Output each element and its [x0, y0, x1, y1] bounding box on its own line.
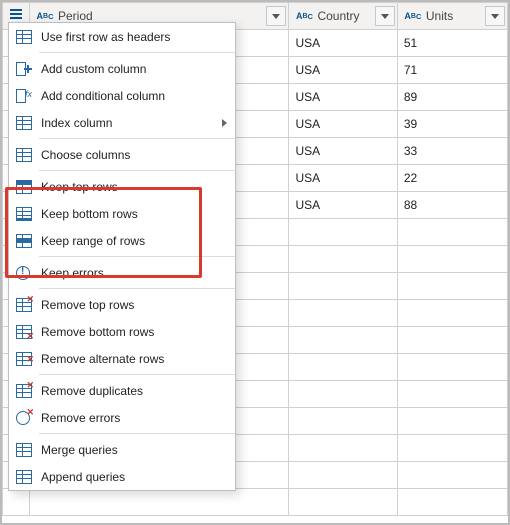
cell-country[interactable] [289, 489, 397, 516]
cell-country[interactable] [289, 354, 397, 381]
menu-separator [39, 433, 235, 434]
menu-merge-queries[interactable]: Merge queries [9, 436, 235, 463]
menu-remove-errors[interactable]: Remove errors [9, 404, 235, 431]
cell-units[interactable] [397, 246, 507, 273]
cell-country[interactable] [289, 408, 397, 435]
cell-units[interactable] [397, 219, 507, 246]
cell-country[interactable] [289, 462, 397, 489]
menu-choose-columns[interactable]: Choose columns [9, 141, 235, 168]
column-label: Period [58, 9, 93, 23]
chevron-down-icon [491, 14, 499, 19]
cell-units[interactable]: 88 [397, 192, 507, 219]
table-context-menu: Use first row as headers Add custom colu… [8, 22, 236, 491]
cell-units[interactable]: 89 [397, 84, 507, 111]
cell-units[interactable]: 22 [397, 165, 507, 192]
menu-separator [39, 52, 235, 53]
menu-use-first-row-as-headers[interactable]: Use first row as headers [9, 23, 235, 50]
remove-top-rows-icon [15, 296, 33, 314]
remove-duplicates-icon [15, 382, 33, 400]
cell-country[interactable]: USA [289, 192, 397, 219]
keep-errors-icon [15, 264, 33, 282]
submenu-arrow-icon [222, 119, 227, 127]
cell-country[interactable]: USA [289, 84, 397, 111]
menu-keep-errors[interactable]: Keep errors [9, 259, 235, 286]
menu-keep-range-of-rows[interactable]: Keep range of rows [9, 227, 235, 254]
cell-units[interactable]: 71 [397, 57, 507, 84]
chevron-down-icon [381, 14, 389, 19]
cell-country[interactable]: USA [289, 165, 397, 192]
cell-units[interactable]: 33 [397, 138, 507, 165]
cell-country[interactable]: USA [289, 111, 397, 138]
menu-add-conditional-column[interactable]: Add conditional column [9, 82, 235, 109]
remove-errors-icon [15, 409, 33, 427]
remove-bottom-rows-icon [15, 323, 33, 341]
cell-country[interactable] [289, 381, 397, 408]
cell-country[interactable]: USA [289, 30, 397, 57]
cell-country[interactable] [289, 435, 397, 462]
choose-columns-icon [15, 146, 33, 164]
column-header-country[interactable]: ABC Country [289, 3, 397, 30]
cell-country[interactable] [289, 300, 397, 327]
menu-append-queries[interactable]: Append queries [9, 463, 235, 490]
text-type-icon: ABC [295, 9, 313, 23]
menu-keep-bottom-rows[interactable]: Keep bottom rows [9, 200, 235, 227]
cell-units[interactable] [397, 300, 507, 327]
menu-remove-duplicates[interactable]: Remove duplicates [9, 377, 235, 404]
menu-separator [39, 374, 235, 375]
text-type-icon: ABC [404, 9, 422, 23]
cell-country[interactable] [289, 327, 397, 354]
menu-separator [39, 256, 235, 257]
menu-index-column[interactable]: Index column [9, 109, 235, 136]
menu-remove-bottom-rows[interactable]: Remove bottom rows [9, 318, 235, 345]
cell-units[interactable] [397, 354, 507, 381]
cell-units[interactable] [397, 381, 507, 408]
filter-button-country[interactable] [375, 6, 395, 26]
append-queries-icon [15, 468, 33, 486]
keep-top-rows-icon [15, 178, 33, 196]
cell-units[interactable]: 39 [397, 111, 507, 138]
cell-country[interactable] [289, 219, 397, 246]
cell-units[interactable] [397, 489, 507, 516]
cell-units[interactable] [397, 408, 507, 435]
cell-period[interactable] [30, 489, 289, 516]
row-number [3, 489, 30, 516]
menu-keep-top-rows[interactable]: Keep top rows [9, 173, 235, 200]
cell-units[interactable]: 51 [397, 30, 507, 57]
chevron-down-icon [272, 14, 280, 19]
merge-queries-icon [15, 441, 33, 459]
table-icon [9, 8, 23, 22]
first-row-headers-icon [15, 28, 33, 46]
query-editor-view: ABC Period ABC Country ABC Units [0, 0, 510, 525]
conditional-column-icon [15, 87, 33, 105]
column-header-units[interactable]: ABC Units [397, 3, 507, 30]
menu-separator [39, 170, 235, 171]
filter-button-units[interactable] [485, 6, 505, 26]
remove-alternate-rows-icon [15, 350, 33, 368]
keep-range-rows-icon [15, 232, 33, 250]
cell-country[interactable] [289, 246, 397, 273]
menu-add-custom-column[interactable]: Add custom column [9, 55, 235, 82]
cell-units[interactable] [397, 435, 507, 462]
filter-button-period[interactable] [266, 6, 286, 26]
cell-country[interactable]: USA [289, 57, 397, 84]
cell-units[interactable] [397, 273, 507, 300]
cell-country[interactable] [289, 273, 397, 300]
add-column-icon [15, 60, 33, 78]
index-column-icon [15, 114, 33, 132]
column-label: Country [317, 9, 359, 23]
column-label: Units [426, 9, 453, 23]
cell-units[interactable] [397, 327, 507, 354]
keep-bottom-rows-icon [15, 205, 33, 223]
cell-units[interactable] [397, 462, 507, 489]
menu-separator [39, 138, 235, 139]
text-type-icon: ABC [36, 9, 54, 23]
menu-remove-top-rows[interactable]: Remove top rows [9, 291, 235, 318]
table-row[interactable] [3, 489, 508, 516]
menu-separator [39, 288, 235, 289]
menu-remove-alternate-rows[interactable]: Remove alternate rows [9, 345, 235, 372]
cell-country[interactable]: USA [289, 138, 397, 165]
